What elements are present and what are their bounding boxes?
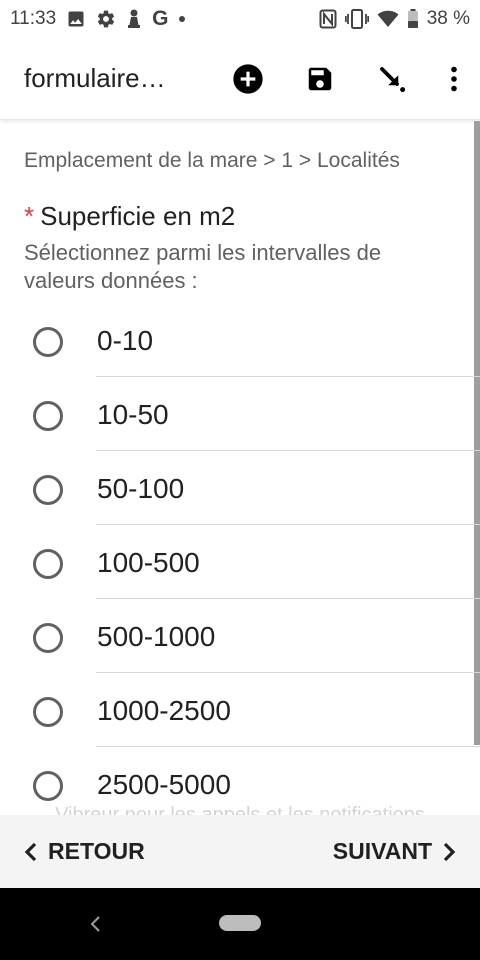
- app-actions: [212, 38, 480, 120]
- more-options-button[interactable]: [428, 38, 480, 120]
- radio-button[interactable]: [33, 401, 63, 431]
- gear-icon: [96, 9, 116, 29]
- form-title: formulaire…: [24, 63, 166, 93]
- app-bar: formulaire…: [0, 38, 480, 120]
- more-vert-icon: [451, 66, 457, 92]
- chess-pawn-icon: [126, 9, 142, 29]
- option-label: 500-1000: [97, 621, 216, 652]
- status-right: 38 %: [319, 8, 470, 30]
- option-label: 2500-5000: [97, 769, 231, 800]
- question-label: * Superficie en m2: [24, 201, 235, 232]
- save-icon: [308, 67, 332, 91]
- status-time: 11:33: [10, 8, 57, 29]
- radio-button[interactable]: [33, 475, 63, 505]
- radio-option-1000-2500[interactable]: 1000-2500: [0, 673, 480, 747]
- back-button-label: RETOUR: [48, 838, 145, 864]
- radio-group: 0-10 10-50 50-100 100-500 500-1000 1000-…: [0, 303, 480, 815]
- vibrate-icon: [344, 9, 369, 29]
- radio-button[interactable]: [33, 771, 63, 801]
- battery-icon: [407, 9, 419, 29]
- radio-option-10-50[interactable]: 10-50: [0, 377, 480, 451]
- back-button[interactable]: RETOUR: [24, 838, 145, 865]
- option-label: 10-50: [97, 399, 169, 430]
- next-button-label: SUIVANT: [332, 838, 432, 864]
- radio-button[interactable]: [33, 623, 63, 653]
- image-icon: [66, 9, 86, 29]
- breadcrumb: Emplacement de la mare > 1 > Localités: [24, 149, 400, 172]
- question-text: Superficie en m2: [40, 201, 236, 231]
- nfc-icon: [319, 9, 337, 29]
- required-marker: *: [24, 201, 35, 231]
- google-g-icon: G: [152, 7, 169, 30]
- radio-option-50-100[interactable]: 50-100: [0, 451, 480, 525]
- option-label: 1000-2500: [97, 695, 231, 726]
- save-button[interactable]: [284, 38, 356, 120]
- wifi-icon: [377, 10, 399, 28]
- form-navigation-bar: RETOUR SUIVANT: [0, 815, 480, 888]
- radio-button[interactable]: [33, 549, 63, 579]
- chevron-left-icon: [24, 842, 37, 861]
- dot-icon: [178, 15, 186, 23]
- system-home-pill[interactable]: [219, 915, 261, 931]
- radio-button[interactable]: [33, 697, 63, 727]
- option-label: 0-10: [97, 325, 154, 356]
- radio-option-100-500[interactable]: 100-500: [0, 525, 480, 599]
- question-hint: Sélectionnez parmi les intervalles de va…: [24, 240, 382, 293]
- next-button[interactable]: SUIVANT: [333, 838, 456, 865]
- battery-percent: 38 %: [426, 8, 470, 29]
- status-left: 11:33 G: [10, 7, 186, 31]
- add-circle-icon: [233, 64, 263, 94]
- system-back-icon[interactable]: [84, 912, 108, 936]
- status-bar: 11:33 G 38 %: [0, 0, 480, 38]
- radio-option-500-1000[interactable]: 500-1000: [0, 599, 480, 673]
- option-label: 50-100: [97, 473, 185, 504]
- system-navigation-bar: [0, 888, 480, 960]
- radio-option-0-10[interactable]: 0-10: [0, 303, 480, 377]
- radio-button[interactable]: [33, 327, 63, 357]
- add-repeat-button[interactable]: [212, 38, 284, 120]
- download-arrow-icon: [380, 67, 406, 93]
- save-and-exit-button[interactable]: [356, 38, 428, 120]
- form-content[interactable]: Emplacement de la mare > 1 > Localités *…: [0, 121, 480, 815]
- option-label: 100-500: [97, 547, 200, 578]
- chevron-right-icon: [443, 842, 456, 861]
